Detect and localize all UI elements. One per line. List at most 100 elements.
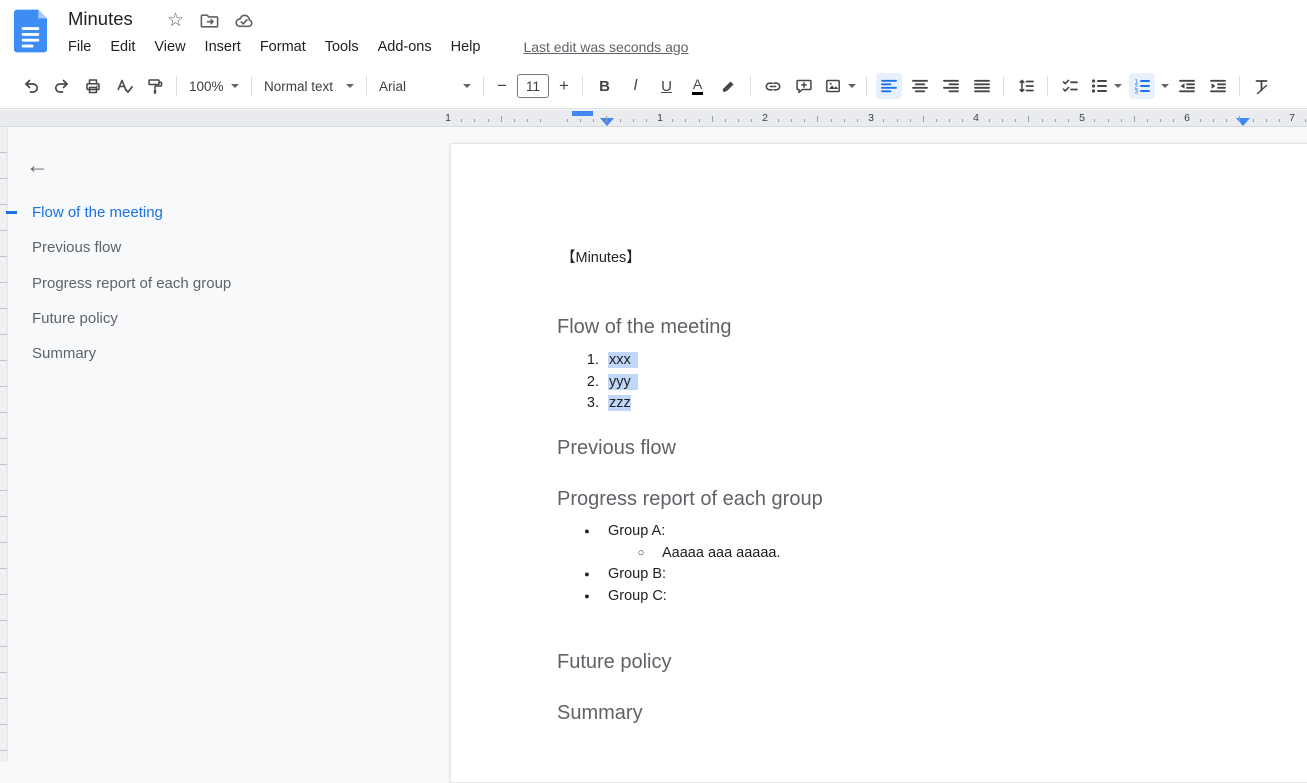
menu-item-file[interactable]: File (68, 39, 91, 55)
italic-button[interactable]: I (623, 73, 649, 99)
ruler-tick (1253, 119, 1254, 122)
align-center-button[interactable] (907, 73, 933, 99)
font-size-input[interactable]: 11 (517, 74, 549, 98)
align-left-button[interactable] (876, 73, 902, 99)
bold-button[interactable]: B (592, 73, 618, 99)
outline-active-indicator (6, 211, 17, 214)
print-icon[interactable] (80, 73, 106, 99)
insert-link-icon[interactable] (760, 73, 786, 99)
menu-item-tools[interactable]: Tools (325, 39, 359, 55)
ruler-number: 6 (1184, 112, 1190, 124)
underline-button[interactable]: U (654, 73, 680, 99)
undo-button[interactable] (18, 73, 44, 99)
outline-item[interactable]: Previous flow (32, 230, 412, 265)
ruler-tick (923, 116, 924, 122)
ruler-number: 7 (1289, 112, 1295, 124)
menu-item-help[interactable]: Help (451, 39, 481, 55)
ruler-tick (593, 119, 594, 122)
menu-item-insert[interactable]: Insert (205, 39, 241, 55)
right-indent-marker[interactable] (1236, 118, 1250, 126)
ruler-tick (1028, 116, 1029, 122)
star-icon[interactable]: ☆ (165, 10, 186, 31)
editor-area: ← Flow of the meetingPrevious flowProgre… (0, 127, 1307, 762)
list-number: 2. (557, 373, 599, 391)
highlight-color-icon[interactable] (716, 73, 742, 99)
bulleted-list-button[interactable] (1088, 73, 1124, 99)
numbered-list-icon: 1 2 3 (1133, 77, 1151, 95)
move-to-folder-icon[interactable] (199, 10, 220, 31)
doc-heading-flow: Flow of the meeting (557, 315, 732, 339)
outline-item[interactable]: Future policy (32, 301, 412, 336)
cloud-saved-icon[interactable] (233, 10, 254, 31)
numbered-list-active-state: 1 2 3 (1129, 73, 1155, 99)
divider (483, 76, 484, 96)
spelling-check-icon[interactable] (111, 73, 137, 99)
insert-image-button[interactable] (822, 73, 858, 99)
add-comment-icon[interactable] (791, 73, 817, 99)
bulleted-list-icon (1090, 77, 1108, 95)
ruler-tick (488, 119, 489, 122)
last-edit-link[interactable]: Last edit was seconds ago (523, 39, 688, 55)
menu-item-add-ons[interactable]: Add-ons (378, 39, 432, 55)
document-page[interactable]: 【Minutes】 Flow of the meeting 1. xxx 2. … (450, 143, 1307, 783)
ruler-number: 3 (868, 112, 874, 124)
bullet-glyph: ● (579, 565, 595, 583)
numbered-list-button[interactable]: 1 2 3 (1129, 73, 1169, 99)
toolbar: 100% Normal text Arial − 11 + B I U A (0, 64, 1307, 109)
ruler-tick (1173, 119, 1174, 122)
bullet-glyph: ● (579, 587, 595, 605)
increase-indent-button[interactable] (1205, 73, 1231, 99)
font-family-select[interactable]: Arial (373, 73, 477, 99)
menu-item-edit[interactable]: Edit (110, 39, 135, 55)
ruler-tick (1305, 119, 1306, 122)
ruler-number: 1 (445, 112, 451, 124)
list-item: Group A: (608, 522, 665, 540)
ruler-tick (725, 119, 726, 122)
list-item: yyy (608, 373, 638, 391)
redo-button[interactable] (49, 73, 75, 99)
text-color-button[interactable]: A (685, 73, 711, 99)
line-spacing-icon[interactable] (1013, 73, 1039, 99)
ruler-tick (1108, 119, 1109, 122)
ruler-tick (1134, 116, 1135, 122)
checklist-button[interactable] (1057, 73, 1083, 99)
clear-formatting-icon[interactable] (1249, 73, 1275, 99)
svg-text:3: 3 (1134, 88, 1138, 95)
outline-item[interactable]: Progress report of each group (32, 266, 412, 301)
decrease-indent-button[interactable] (1174, 73, 1200, 99)
outline-item[interactable]: Summary (32, 336, 412, 371)
ruler-tick (883, 119, 884, 122)
paragraph-style-select[interactable]: Normal text (258, 73, 360, 99)
outline-item[interactable]: Flow of the meeting (32, 195, 412, 230)
increase-font-size-button[interactable]: + (552, 76, 576, 96)
list-item: Group C: (608, 587, 667, 605)
sub-bullet-glyph: ○ (633, 544, 649, 562)
ruler-tick (1015, 119, 1016, 122)
ruler-tick (1002, 119, 1003, 122)
align-right-button[interactable] (938, 73, 964, 99)
justify-button[interactable] (969, 73, 995, 99)
doc-heading-future: Future policy (557, 650, 672, 674)
ruler-tick (1068, 119, 1069, 122)
ruler-tick (633, 119, 634, 122)
close-outline-button[interactable]: ← (26, 154, 49, 177)
chevron-down-icon (463, 84, 471, 88)
paint-format-icon[interactable] (142, 73, 168, 99)
list-number: 1. (557, 351, 599, 369)
document-title[interactable]: Minutes (68, 8, 133, 30)
ruler-tick (1226, 119, 1227, 122)
ruler-tick (1266, 119, 1267, 122)
ruler-tick (1160, 119, 1161, 122)
ruler-tick (474, 119, 475, 122)
ruler-number: 1 (657, 112, 663, 124)
google-docs-logo-icon[interactable] (14, 9, 47, 53)
menu-item-view[interactable]: View (154, 39, 185, 55)
ruler-tick (620, 119, 621, 122)
first-line-indent-marker[interactable] (572, 111, 593, 116)
ruler-tick (606, 116, 607, 122)
decrease-font-size-button[interactable]: − (490, 76, 514, 96)
menu-item-format[interactable]: Format (260, 39, 306, 55)
zoom-select[interactable]: 100% (183, 73, 245, 99)
ruler-tick (646, 119, 647, 122)
divider (866, 76, 867, 96)
